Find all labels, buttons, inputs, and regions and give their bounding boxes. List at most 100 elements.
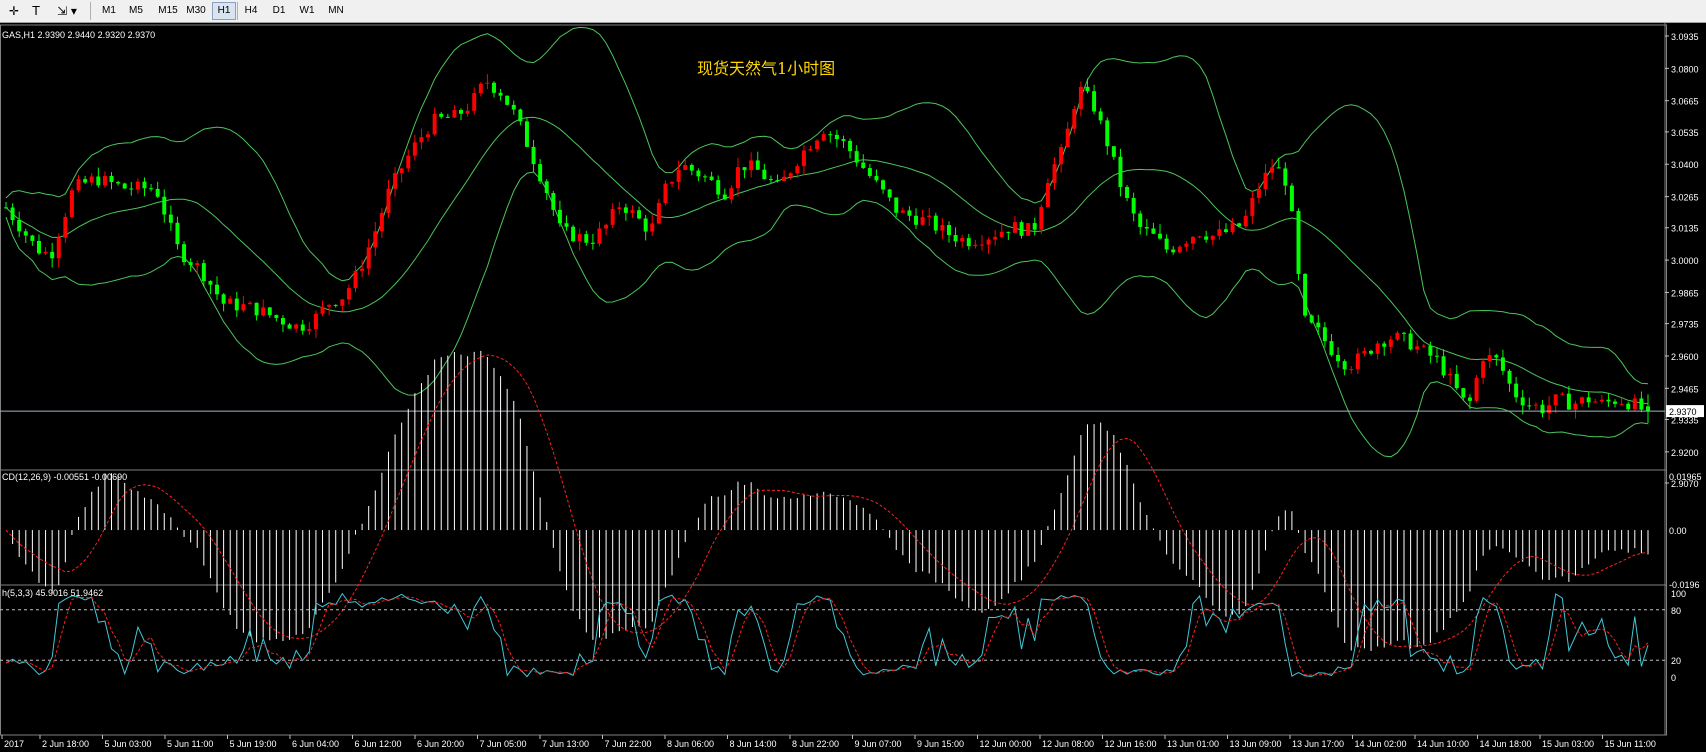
x-tick-label: 15 Jun 11:00 [1605, 739, 1656, 749]
macd-y-tick-label: 0.01965 [1669, 472, 1702, 482]
stoch-y-tick-label: 20 [1671, 656, 1681, 666]
candle-body [630, 210, 635, 213]
toolbar-separator [237, 2, 238, 20]
timeframe-mn[interactable]: MN [324, 2, 348, 20]
main-panel-frame [0, 24, 1667, 471]
candle-body [656, 202, 661, 224]
candle-body [1191, 236, 1195, 244]
candle-body [182, 244, 187, 263]
candle-body [478, 83, 483, 94]
candle-body [834, 134, 839, 140]
candle-body [492, 82, 496, 93]
candle-body [650, 223, 655, 232]
candle-body [973, 244, 978, 247]
y-tick-label: 2.9465 [1671, 384, 1699, 394]
candle-body [894, 197, 899, 213]
candle-body [742, 167, 747, 171]
candle-body [953, 235, 958, 242]
candle-body [557, 209, 562, 224]
candle-body [366, 247, 371, 269]
x-tick-label: 5 Jun 03:00 [105, 739, 152, 749]
candle-body [241, 304, 246, 311]
candle-body [1243, 215, 1248, 227]
candle-body [1566, 393, 1571, 410]
candle-body [848, 140, 853, 152]
x-tick-label: 7 Jun 13:00 [542, 739, 589, 749]
candle-body [215, 284, 219, 295]
x-tick-label: 7 Jun 22:00 [605, 739, 652, 749]
candle-body [406, 155, 411, 169]
candle-body [393, 173, 398, 189]
candle-body [1065, 128, 1070, 148]
candle-body [887, 189, 892, 198]
x-tick-label: 5 Jun 19:00 [230, 739, 277, 749]
candle-body [1454, 373, 1459, 389]
candle-body [979, 244, 984, 246]
candle-body [571, 226, 576, 242]
candle-body [505, 95, 510, 105]
stoch-panel-header: h(5,3,3) 45.9016 51.9462 [2, 588, 103, 598]
x-tick-label: 12 Jun 00:00 [980, 739, 1032, 749]
candle-body [716, 180, 721, 195]
stoch-signal-line [5, 595, 1649, 676]
candle-body [1329, 341, 1334, 355]
candle-body [307, 329, 312, 331]
candle-body [69, 190, 74, 217]
candle-body [1355, 353, 1360, 370]
stoch-y-tick-label: 100 [1671, 589, 1686, 599]
crosshair-icon[interactable]: ✛ [4, 2, 24, 20]
candle-body [228, 298, 233, 304]
candle-body [914, 215, 919, 225]
candle-body [1514, 383, 1519, 398]
candle-body [1547, 405, 1552, 414]
candle-body [1144, 226, 1149, 229]
timeframe-m15[interactable]: M15 [155, 2, 181, 20]
candle-body [1085, 86, 1090, 92]
candle-body [821, 134, 826, 141]
candle-body [1316, 322, 1321, 328]
candle-body [670, 181, 675, 184]
candle-body [1263, 172, 1268, 189]
candle-body [261, 307, 266, 316]
candle-body [1382, 343, 1387, 347]
candle-body [524, 121, 529, 147]
candle-body [1197, 236, 1202, 238]
candle-body [617, 207, 622, 209]
candle-body [511, 104, 516, 110]
timeframe-h1[interactable]: H1 [212, 2, 236, 20]
candle-body [1639, 398, 1644, 410]
toolbar: ✛ T ⇲ ▾ M1 M5 M15 M30 H1 H4 D1 W1 MN [0, 0, 1706, 23]
main-panel-header: GAS,H1 2.9390 2.9440 2.9320 2.9370 [2, 30, 155, 40]
candle-body [1217, 229, 1222, 236]
x-tick-label: 14 Jun 02:00 [1355, 739, 1407, 749]
y-tick-label: 2.9200 [1671, 448, 1699, 458]
timeframe-m1[interactable]: M1 [98, 2, 120, 20]
candle-body [1210, 235, 1215, 240]
candle-body [122, 183, 127, 189]
timeframe-m30[interactable]: M30 [183, 2, 209, 20]
y-tick-label: 3.0535 [1671, 128, 1699, 138]
candle-body [1487, 355, 1492, 362]
timeframe-d1[interactable]: D1 [268, 2, 290, 20]
timeframe-w1[interactable]: W1 [296, 2, 318, 20]
candle-body [1369, 350, 1374, 354]
timeframe-m5[interactable]: M5 [125, 2, 147, 20]
candle-body [1171, 249, 1176, 253]
candle-body [498, 92, 503, 96]
candle-body [10, 207, 15, 221]
candle-body [788, 173, 793, 177]
chart-canvas[interactable]: 2.93703.09353.08003.06653.05353.04003.02… [0, 23, 1706, 752]
x-tick-label: 9 Jun 07:00 [855, 739, 902, 749]
candle-body [623, 207, 628, 213]
candle-body [56, 237, 61, 259]
candle-body [254, 302, 259, 316]
candle-body [1256, 188, 1261, 198]
text-icon[interactable]: T [26, 2, 46, 20]
candle-body [1646, 406, 1650, 412]
candle-body [445, 116, 450, 118]
objects-icon[interactable]: ⇲ ▾ [52, 2, 82, 20]
y-tick-label: 2.9600 [1671, 352, 1699, 362]
candle-body [1111, 146, 1116, 157]
timeframe-h4[interactable]: H4 [240, 2, 262, 20]
candle-body [1151, 228, 1156, 234]
